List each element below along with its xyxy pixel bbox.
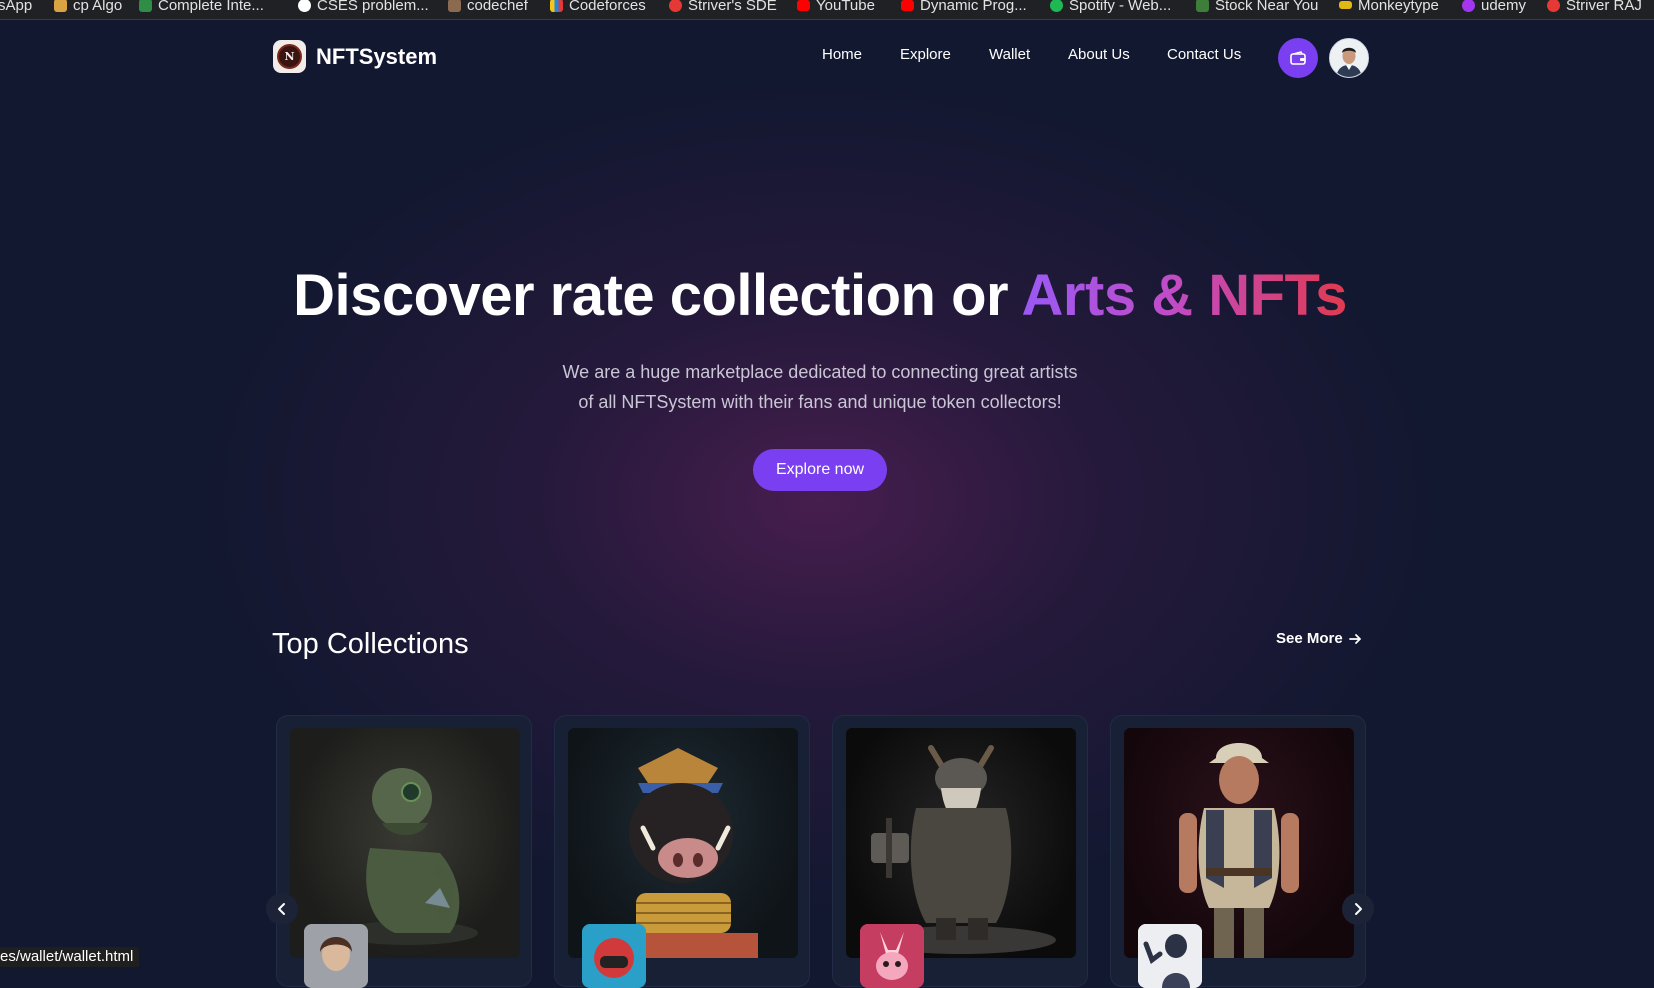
- nft-logo-icon: N: [273, 40, 306, 73]
- nav-home[interactable]: Home: [822, 46, 862, 63]
- brand-logo[interactable]: N NFTSystem: [273, 40, 437, 73]
- bookmark-label: Codeforces: [569, 0, 646, 14]
- bookmark-cp-algo[interactable]: cp Algo: [54, 0, 122, 15]
- bookmark-cses[interactable]: CSES problem...: [298, 0, 429, 15]
- monkeytype-icon: [1339, 1, 1352, 9]
- cses-icon: [298, 0, 311, 12]
- hero-subtitle-line-1: We are a huge marketplace dedicated to c…: [562, 362, 1078, 382]
- bookmark-label: codechef: [467, 0, 528, 14]
- bookmark-gfg[interactable]: Complete Inte...: [139, 0, 264, 15]
- bookmark-label: sApp: [0, 0, 33, 14]
- bookmarks-bar: sApp cp Algo Complete Inte... CSES probl…: [0, 0, 1654, 20]
- chevron-right-icon: [1355, 903, 1362, 915]
- bookmark-monkeytype[interactable]: Monkeytype: [1339, 0, 1439, 15]
- bookmark-dynamic-programming[interactable]: Dynamic Prog...: [901, 0, 1027, 15]
- bookmark-label: Spotify - Web...: [1069, 0, 1172, 14]
- collection-card[interactable]: [1110, 715, 1366, 988]
- chevron-left-icon: [278, 903, 285, 915]
- arrow-right-icon: [1348, 633, 1361, 644]
- bookmark-whatsapp[interactable]: sApp: [0, 0, 32, 15]
- creator-avatar: [582, 924, 646, 988]
- bookmark-spotify[interactable]: Spotify - Web...: [1050, 0, 1171, 15]
- nav-contact-us[interactable]: Contact Us: [1167, 46, 1241, 63]
- hero-title: Discover rate collection or Arts & NFTs: [0, 262, 1640, 329]
- brand-name: NFTSystem: [316, 43, 438, 69]
- nav-explore[interactable]: Explore: [900, 46, 951, 63]
- codeforces-icon: [550, 0, 563, 12]
- bookmark-striver-raj[interactable]: Striver RAJ: [1547, 0, 1642, 15]
- creator-avatar: [304, 924, 368, 988]
- bookmark-stock[interactable]: Stock Near You: [1196, 0, 1318, 15]
- takeuforward-icon: [1547, 0, 1560, 12]
- creator-avatar: [1138, 924, 1202, 988]
- top-collections-title: Top Collections: [272, 628, 469, 660]
- see-more-link[interactable]: See More: [1276, 630, 1362, 647]
- bookmark-label: Monkeytype: [1358, 0, 1439, 14]
- bookmark-striver-sde[interactable]: Striver's SDE: [669, 0, 777, 15]
- user-avatar[interactable]: [1329, 38, 1369, 78]
- nav-wallet[interactable]: Wallet: [989, 46, 1030, 63]
- wallet-button[interactable]: [1278, 38, 1318, 78]
- hero-subtitle: We are a huge marketplace dedicated to c…: [0, 357, 1640, 417]
- collection-card[interactable]: [276, 715, 532, 988]
- youtube-icon: [797, 0, 810, 11]
- stock-icon: [1196, 0, 1209, 12]
- hero-title-highlight: Arts & NFTs: [1021, 263, 1348, 328]
- bookmark-youtube[interactable]: YouTube: [797, 0, 875, 15]
- cp-algo-icon: [54, 0, 67, 12]
- udemy-icon: [1462, 0, 1475, 12]
- explore-now-button[interactable]: Explore now: [753, 449, 887, 491]
- youtube-icon: [901, 0, 914, 11]
- profile-photo: [1330, 39, 1368, 77]
- codechef-icon: [448, 0, 461, 12]
- see-more-label: See More: [1276, 630, 1343, 647]
- spotify-icon: [1050, 0, 1063, 12]
- carousel-prev-button[interactable]: [266, 893, 298, 925]
- takeuforward-icon: [669, 0, 682, 12]
- bookmark-label: Complete Inte...: [158, 0, 264, 14]
- bookmark-label: Stock Near You: [1215, 0, 1319, 14]
- logo-monogram: N: [277, 44, 302, 69]
- collection-card[interactable]: [832, 715, 1088, 988]
- bookmark-codechef[interactable]: codechef: [448, 0, 528, 15]
- bookmark-label: udemy: [1481, 0, 1527, 14]
- bookmark-label: CSES problem...: [317, 0, 429, 14]
- bookmark-label: Dynamic Prog...: [920, 0, 1027, 14]
- gfg-icon: [139, 0, 152, 12]
- hero-title-plain: Discover rate collection or: [293, 263, 1022, 328]
- carousel-next-button[interactable]: [1342, 893, 1374, 925]
- link-status-tooltip: es/wallet/wallet.html: [0, 947, 140, 967]
- bookmark-codeforces[interactable]: Codeforces: [550, 0, 646, 15]
- wallet-icon: [1290, 51, 1306, 65]
- collection-card[interactable]: [554, 715, 810, 988]
- bookmark-udemy[interactable]: udemy: [1462, 0, 1526, 15]
- bookmark-label: cp Algo: [73, 0, 123, 14]
- bookmark-label: YouTube: [816, 0, 875, 14]
- creator-avatar: [860, 924, 924, 988]
- bookmark-label: Striver's SDE: [688, 0, 777, 14]
- hero-subtitle-line-2: of all NFTSystem with their fans and uni…: [578, 392, 1062, 412]
- nav-about-us[interactable]: About Us: [1068, 46, 1130, 63]
- bookmark-label: Striver RAJ: [1566, 0, 1642, 14]
